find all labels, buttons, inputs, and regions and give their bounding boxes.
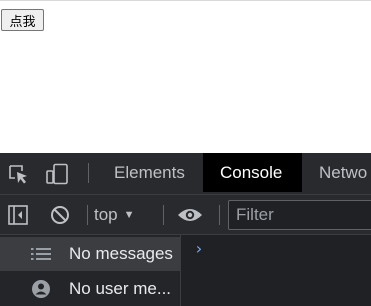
toolbar-separator bbox=[87, 205, 88, 225]
devtools-tab-bar: Elements Console Netwo bbox=[0, 153, 371, 195]
console-sidebar: No messages No user me... bbox=[0, 235, 181, 306]
clear-console-icon[interactable] bbox=[48, 203, 72, 227]
tab-console[interactable]: Console bbox=[203, 153, 302, 192]
sidebar-toggle-icon[interactable] bbox=[6, 203, 30, 227]
dropdown-arrow-icon: ▼ bbox=[123, 209, 135, 221]
live-expression-eye-icon[interactable] bbox=[176, 203, 204, 227]
sidebar-item-label: No user me... bbox=[69, 279, 172, 298]
click-me-button[interactable]: 点我 bbox=[1, 9, 44, 31]
sidebar-item-user-messages[interactable]: No user me... bbox=[0, 272, 181, 306]
toolbar-separator bbox=[219, 205, 220, 225]
context-label: top bbox=[94, 205, 118, 224]
console-prompt-icon: › bbox=[194, 239, 204, 258]
tab-elements[interactable]: Elements bbox=[97, 153, 202, 192]
sidebar-item-messages[interactable]: No messages bbox=[0, 237, 181, 271]
page-top-border bbox=[0, 0, 371, 1]
console-toolbar: top ▼ bbox=[0, 195, 371, 235]
devtools-panel: Elements Console Netwo top ▼ Filter No m… bbox=[0, 153, 371, 306]
tab-network[interactable]: Netwo bbox=[302, 153, 371, 192]
user-icon bbox=[31, 279, 59, 299]
filter-input[interactable] bbox=[228, 200, 371, 230]
list-icon bbox=[31, 247, 59, 261]
inspect-element-icon[interactable] bbox=[6, 162, 30, 186]
device-toolbar-icon[interactable] bbox=[44, 162, 70, 186]
context-selector[interactable]: top ▼ bbox=[94, 204, 135, 226]
toolbar-separator bbox=[163, 205, 164, 225]
console-output-area[interactable]: › bbox=[181, 235, 371, 306]
tab-separator bbox=[88, 163, 89, 183]
sidebar-item-label: No messages bbox=[69, 244, 173, 263]
